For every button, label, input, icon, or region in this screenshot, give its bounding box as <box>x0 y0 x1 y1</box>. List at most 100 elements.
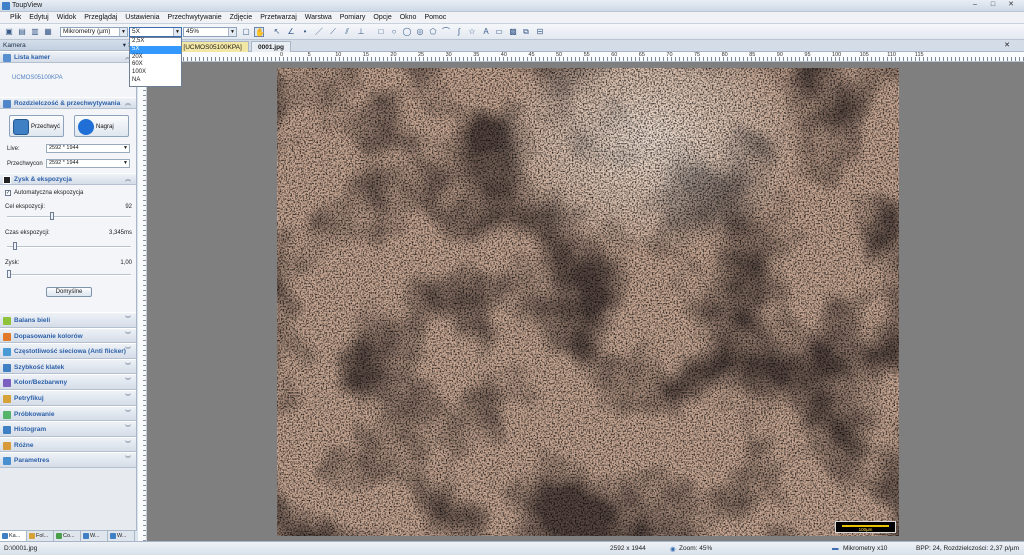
bottom-tab-3[interactable]: W... <box>81 531 108 541</box>
layer-icon[interactable]: ▩ <box>508 27 518 37</box>
menu-item-6[interactable]: Zdjęcie <box>226 14 257 21</box>
bottom-tab-1[interactable]: Fol... <box>27 531 54 541</box>
collapsed-section-8[interactable]: Różne ︾ <box>0 436 136 453</box>
chevron-down-icon: ▼ <box>228 28 236 36</box>
pin-icon[interactable]: ▾ <box>123 40 126 51</box>
collapsed-section-5[interactable]: Petryfikuj ︾ <box>0 389 136 406</box>
gain-slider-thumb[interactable] <box>7 270 11 278</box>
collapsed-section-6[interactable]: Próbkowanie ︾ <box>0 405 136 422</box>
point-icon[interactable]: • <box>300 27 310 37</box>
tab-image-file[interactable]: 0001.jpg <box>251 41 292 52</box>
ellipse-icon[interactable]: ○ <box>389 27 399 37</box>
save-icon[interactable]: ▤ <box>17 27 27 37</box>
line-icon[interactable]: ／ <box>314 27 324 37</box>
menu-item-4[interactable]: Ustawienia <box>121 14 163 21</box>
tab-close-icon[interactable]: ✕ <box>1004 41 1010 49</box>
polygon-icon[interactable]: ⬠ <box>428 27 438 37</box>
ruler-label: 100 <box>832 52 842 58</box>
copy-measure-icon[interactable]: ⧉ <box>521 27 531 37</box>
menu-item-2[interactable]: Widok <box>53 14 80 21</box>
magnification-option-4[interactable]: 100X <box>130 69 181 77</box>
open-folder-icon[interactable]: ▣ <box>4 27 14 37</box>
auto-exposure-checkbox[interactable]: ✓ <box>5 190 11 196</box>
magnification-select-value: 5X <box>132 28 140 35</box>
print-icon[interactable]: ▦ <box>43 27 53 37</box>
exposure-time-slider-thumb[interactable] <box>13 242 17 250</box>
parallel-lines-icon[interactable]: ⫽ <box>342 27 352 37</box>
pointer-icon[interactable]: ↖ <box>272 27 282 37</box>
magnification-option-0[interactable]: 2,5X <box>130 38 181 46</box>
collapsed-section-1[interactable]: Dopasowanie kolorów ︾ <box>0 327 136 344</box>
document-tabs: o [UCMOS05100KPA] 0001.jpg ✕ <box>147 40 1024 52</box>
collapsed-section-label: Kolor/Bezbarwny <box>14 379 68 387</box>
polyline-icon[interactable]: ⟋ <box>328 27 338 37</box>
delete-measure-icon[interactable]: ⊟ <box>535 27 545 37</box>
gain-value: 1,00 <box>120 260 132 266</box>
bottom-tab-4[interactable]: W... <box>108 531 135 541</box>
bottom-tab-2[interactable]: Co... <box>54 531 81 541</box>
collapsed-section-0[interactable]: Balans bieli ︾ <box>0 312 136 328</box>
microscope-image[interactable] <box>277 68 899 536</box>
zoom-select[interactable]: 45% ▼ <box>183 27 237 37</box>
collapsed-section-label: Petryfikuj <box>14 394 44 402</box>
magnification-select[interactable]: 5X ▼ <box>129 27 182 37</box>
annulus-icon[interactable]: ◎ <box>415 27 425 37</box>
open-image-icon[interactable]: ▥ <box>30 27 40 37</box>
exposure-target-slider-thumb[interactable] <box>50 212 55 220</box>
magnification-option-3[interactable]: 60X <box>130 61 181 69</box>
perpendicular-icon[interactable]: ⊥ <box>356 27 366 37</box>
exposure-target-value: 92 <box>125 204 132 210</box>
bottom-tab-0[interactable]: Ka... <box>0 531 27 541</box>
default-button[interactable]: Domyślne <box>46 287 92 297</box>
chevron-down-icon: ︾ <box>124 363 131 370</box>
collapsed-section-2[interactable]: Częstotliwość sieciowa (Anti flicker) ︾ <box>0 343 136 359</box>
capture-resolution-select[interactable]: 2592 * 1944 ▼ <box>46 159 130 168</box>
menu-item-5[interactable]: Przechwytywanie <box>164 14 226 21</box>
live-resolution-select[interactable]: 2592 * 1944 ▼ <box>46 144 130 153</box>
magnification-option-1[interactable]: 5X <box>130 45 181 54</box>
menu-item-1[interactable]: Edytuj <box>25 14 52 21</box>
rectangle-icon[interactable]: □ <box>376 27 386 37</box>
text-annotation-icon[interactable]: A <box>481 27 491 37</box>
scale-bar-icon[interactable]: ▭ <box>494 27 504 37</box>
camera-list-section-header[interactable]: Lista kamer ︽ <box>0 51 136 63</box>
exposure-section-header[interactable]: Zysk & ekspozycja ︽ <box>0 173 136 185</box>
menu-item-12[interactable]: Pomoc <box>420 14 450 21</box>
menu-item-0[interactable]: Plik <box>6 14 25 21</box>
collapsed-section-9[interactable]: Parametres ︾ <box>0 452 136 468</box>
close-icon[interactable]: ✕ <box>1006 1 1016 9</box>
pan-hand-icon[interactable]: ✋ <box>254 27 265 37</box>
unit-select[interactable]: Mikrometry (µm) ▼ <box>60 27 128 37</box>
zoom-icon: ◉ <box>670 546 676 553</box>
magnification-option-2[interactable]: 20X <box>130 54 181 62</box>
angle-icon[interactable]: ∠ <box>286 27 296 37</box>
chevron-down-icon: ︾ <box>124 426 131 433</box>
arc-icon[interactable]: ⌒ <box>441 27 451 37</box>
camera-list-item[interactable]: UCMOS05100KPA <box>12 75 63 81</box>
menu-item-10[interactable]: Opcje <box>369 14 395 21</box>
ruler-label: 30 <box>445 52 452 58</box>
collapsed-section-3[interactable]: Szybkość klatek ︾ <box>0 358 136 375</box>
collapsed-section-7[interactable]: Histogram ︾ <box>0 421 136 437</box>
menu-item-8[interactable]: Warstwa <box>301 14 336 21</box>
menu-item-3[interactable]: Przeglądaj <box>80 14 121 21</box>
rectangle-select-icon[interactable]: ▢ <box>241 27 251 37</box>
resolution-section-header[interactable]: Rozdzielczość & przechwytywania ︽ <box>0 97 136 109</box>
tab-camera-live[interactable]: o [UCMOS05100KPA] <box>171 41 249 52</box>
chevron-down-icon: ︾ <box>124 457 131 464</box>
maximize-icon[interactable]: □ <box>988 1 998 9</box>
star-icon[interactable]: ☆ <box>467 27 477 37</box>
menu-item-7[interactable]: Przetwarzaj <box>256 14 301 21</box>
record-button[interactable]: Nagraj <box>74 115 129 137</box>
magnification-option-5[interactable]: NA <box>130 77 181 85</box>
ruler-label: 55 <box>583 52 590 58</box>
capture-button[interactable]: Przechwyć <box>9 115 64 137</box>
chevron-down-icon: ︾ <box>124 410 131 417</box>
menu-item-11[interactable]: Okno <box>396 14 421 21</box>
menu-item-9[interactable]: Pomiary <box>336 14 370 21</box>
ruler-label: 0 <box>280 52 284 58</box>
curve-icon[interactable]: ∫ <box>454 27 464 37</box>
minimize-icon[interactable]: – <box>970 1 980 9</box>
collapsed-section-4[interactable]: Kolor/Bezbarwny ︾ <box>0 374 136 390</box>
circle-icon[interactable]: ◯ <box>402 27 412 37</box>
